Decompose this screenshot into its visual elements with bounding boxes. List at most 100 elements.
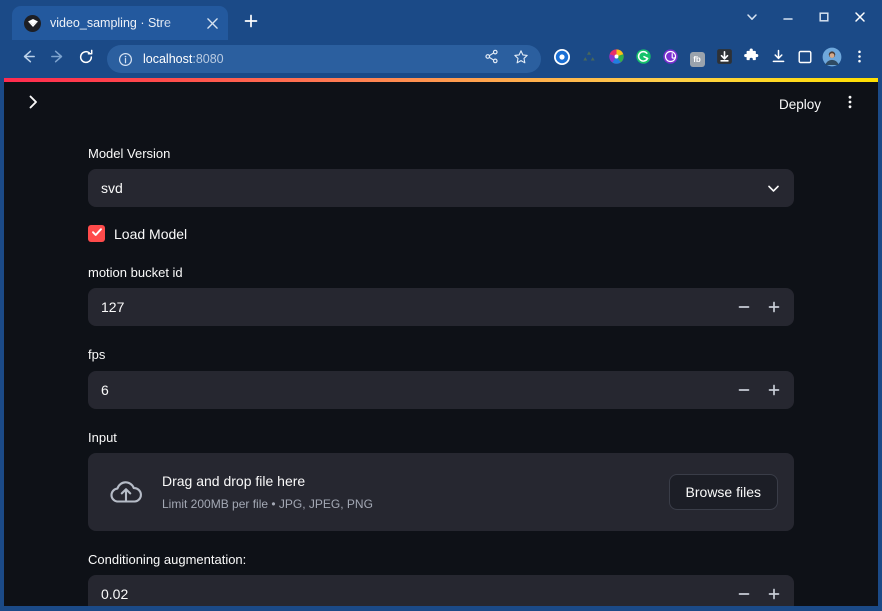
conditioning-augmentation-field: Conditioning augmentation: 0.02: [88, 551, 794, 606]
extension-purple[interactable]: [657, 46, 683, 72]
motion-bucket-id-increment[interactable]: [759, 289, 789, 325]
fps-increment[interactable]: [759, 372, 789, 408]
purple-at-icon: [662, 48, 679, 70]
back-button[interactable]: [14, 45, 42, 73]
url-host: localhost: [143, 52, 193, 66]
file-dropzone[interactable]: Drag and drop file here Limit 200MB per …: [88, 452, 794, 531]
model-version-field: Model Version svd: [88, 145, 794, 208]
conditioning-augmentation-decrement[interactable]: [729, 576, 759, 606]
side-panel-button[interactable]: [792, 46, 818, 72]
browse-files-button[interactable]: Browse files: [668, 473, 778, 510]
fb-square-icon: fb: [689, 51, 705, 67]
fps-decrement[interactable]: [729, 372, 759, 408]
fps-input[interactable]: 6: [88, 370, 794, 409]
check-icon: [91, 225, 103, 243]
extensions-bar: fb: [549, 46, 872, 72]
info-circle-icon[interactable]: [115, 49, 135, 69]
extension-recycle[interactable]: [576, 46, 602, 72]
blue-circle-zero-icon: [553, 48, 571, 71]
share-button[interactable]: [477, 45, 505, 73]
extensions-puzzle-button[interactable]: [738, 46, 764, 72]
browser-window: video_sampling · Stre localhost:8080 fb …: [0, 0, 882, 611]
minus-icon: [737, 383, 751, 397]
url-port: :8080: [192, 52, 224, 66]
motion-bucket-id-decrement[interactable]: [729, 289, 759, 325]
app-menu-button[interactable]: [836, 91, 864, 119]
forward-arrow-icon: [49, 48, 66, 70]
fps-field: fps 6: [88, 346, 794, 409]
close-window-button[interactable]: [842, 2, 878, 36]
motion-bucket-id-label: motion bucket id: [88, 265, 183, 281]
address-bar-url: localhost:8080: [143, 52, 224, 66]
reload-icon: [78, 49, 94, 70]
dark-download-icon: [716, 48, 733, 70]
maximize-button[interactable]: [806, 2, 842, 36]
tab-strip: video_sampling · Stre: [4, 0, 878, 40]
plus-icon: [767, 300, 781, 314]
fps-label: fps: [88, 347, 106, 363]
share-icon: [484, 49, 499, 69]
load-model-label: Load Model: [114, 225, 188, 242]
kebab-menu-icon: [852, 49, 867, 69]
minimize-button[interactable]: [770, 2, 806, 36]
app-header: Deploy: [4, 82, 878, 127]
streamlit-app: Deploy Model Version svd Load Model moti…: [4, 78, 878, 606]
profile-avatar[interactable]: [819, 46, 845, 72]
extension-download-arrow[interactable]: [711, 46, 737, 72]
model-version-select[interactable]: svd: [88, 169, 794, 208]
motion-bucket-id-value: 127: [101, 299, 125, 316]
browser-tab[interactable]: video_sampling · Stre: [12, 6, 228, 40]
sidebar-square-icon: [797, 49, 813, 70]
close-icon: [854, 10, 866, 28]
conditioning-augmentation-input[interactable]: 0.02: [88, 574, 794, 606]
load-model-field[interactable]: Load Model: [88, 225, 794, 243]
sidebar-expand-button[interactable]: [18, 90, 48, 120]
bookmark-button[interactable]: [507, 45, 535, 73]
motion-bucket-id-field: motion bucket id 127: [88, 264, 794, 327]
chevron-down-icon: [746, 10, 758, 28]
extension-color-wheel[interactable]: [603, 46, 629, 72]
recycle-icon: [581, 49, 597, 70]
conditioning-augmentation-increment[interactable]: [759, 576, 789, 606]
plus-icon: [767, 587, 781, 601]
extension-onepassword[interactable]: [549, 46, 575, 72]
minus-icon: [737, 300, 751, 314]
deploy-button[interactable]: Deploy: [770, 92, 830, 117]
motion-bucket-id-input[interactable]: 127: [88, 288, 794, 327]
new-tab-button[interactable]: [237, 9, 265, 37]
extension-grammarly[interactable]: [630, 46, 656, 72]
color-wheel-icon: [608, 48, 625, 70]
address-bar[interactable]: localhost:8080: [107, 45, 541, 73]
puzzle-piece-icon: [743, 48, 760, 70]
forward-button[interactable]: [43, 45, 71, 73]
load-model-checkbox[interactable]: [88, 225, 105, 243]
tab-close-icon[interactable]: [202, 13, 222, 33]
green-g-icon: [635, 48, 652, 70]
model-version-label: Model Version: [88, 146, 171, 161]
input-uploader-field: Input Drag and drop file here Limit 200M…: [88, 429, 794, 531]
avatar-icon: [822, 47, 842, 72]
star-icon: [513, 49, 529, 70]
dropzone-limit: Limit 200MB per file • JPG, JPEG, PNG: [162, 496, 373, 511]
reload-button[interactable]: [72, 45, 100, 73]
tab-search-button[interactable]: [734, 2, 770, 36]
input-uploader-label: Input: [88, 429, 117, 445]
app-header-actions: Deploy: [770, 91, 864, 119]
minimize-icon: [782, 10, 794, 28]
streamlit-favicon-icon: [24, 14, 41, 32]
window-controls: [734, 0, 878, 38]
cloud-upload-icon: [104, 476, 148, 508]
kebab-menu-icon: [842, 94, 858, 115]
dropzone-text: Drag and drop file here Limit 200MB per …: [162, 471, 373, 513]
maximize-icon: [818, 10, 830, 28]
extension-facebook-container[interactable]: fb: [684, 46, 710, 72]
app-main-content: Model Version svd Load Model motion buck…: [4, 127, 878, 606]
plus-icon: [244, 14, 258, 33]
browser-toolbar: localhost:8080 fb: [4, 40, 878, 78]
address-bar-actions: [477, 45, 535, 73]
fps-value: 6: [101, 381, 109, 398]
chevron-down-icon: [766, 181, 781, 196]
plus-icon: [767, 383, 781, 397]
downloads-button[interactable]: [765, 46, 791, 72]
browser-menu-button[interactable]: [846, 46, 872, 72]
